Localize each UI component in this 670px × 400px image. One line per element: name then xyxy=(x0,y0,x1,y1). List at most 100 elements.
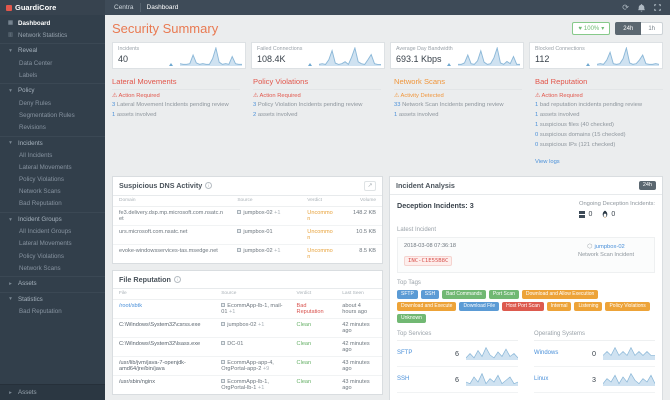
source-cell[interactable]: EcommApp-lb-1, OrgPortal-lb-1 +1 xyxy=(215,375,290,394)
os-row[interactable]: Linux 3 xyxy=(534,367,656,393)
latest-incident-card[interactable]: 2018-03-08 07:36:18 INC-C1E55B8C ⬡ jumpbo… xyxy=(397,236,655,273)
more-count[interactable]: +1 xyxy=(274,248,280,254)
sidebar-item-group-policy-violations[interactable]: Policy Violations xyxy=(0,250,105,262)
view-logs-link[interactable]: View logs xyxy=(535,159,560,165)
file-path-cell[interactable]: /root/sbtk xyxy=(113,299,216,319)
file-row[interactable]: /usr/lib/jvm/java-7-openjdk-amd64/jre/bi… xyxy=(113,356,382,376)
os-name-link[interactable]: Linux xyxy=(534,376,548,382)
sidebar-item-lateral-movements[interactable]: Lateral Movements xyxy=(0,161,105,173)
stat-count-link[interactable]: 1 xyxy=(112,112,115,118)
source-cell[interactable]: jumpbox-02 +1 xyxy=(231,244,301,263)
tag-pill[interactable]: Port Scan xyxy=(488,289,519,299)
app-logo[interactable]: GuardiCore xyxy=(0,0,105,15)
sidebar-item-network-statistics[interactable]: ▥ Network Statistics xyxy=(0,29,105,41)
category-title[interactable]: Bad Reputation xyxy=(535,77,663,90)
service-row[interactable]: SSH 6 xyxy=(397,367,519,393)
dns-row[interactable]: fe3.delivery.dsp.mp.microsoft.com.nsatc.… xyxy=(113,206,382,226)
service-row[interactable]: SFTP 6 xyxy=(397,341,519,367)
sidebar-section-assets-bottom[interactable]: ▸ Assets xyxy=(0,384,105,400)
service-name-link[interactable]: SFTP xyxy=(397,350,412,356)
sidebar-item-bad-reputation[interactable]: Bad Reputation xyxy=(0,198,105,210)
source-name[interactable]: DC-01 xyxy=(227,341,243,347)
file-path-cell[interactable]: C:\Windows\System32\lsass.exe xyxy=(113,337,216,357)
time-range-badge[interactable]: 24h xyxy=(638,180,656,190)
tag-pill[interactable]: Bad Commands xyxy=(442,289,486,299)
export-icon[interactable]: ↗ xyxy=(363,180,376,191)
sidebar-item-dashboard[interactable]: ▦ Dashboard xyxy=(0,17,105,29)
notifications-bell-icon[interactable] xyxy=(638,3,645,12)
file-row[interactable]: C:\Windows\System32\csrss.exe jumpbox-02… xyxy=(113,318,382,338)
file-row[interactable]: /usr/sbin/nginx EcommApp-lb-1, OrgPortal… xyxy=(113,375,382,394)
file-path-cell[interactable]: /usr/sbin/nginx xyxy=(113,375,215,394)
source-name[interactable]: jumpbox-02 xyxy=(243,248,272,254)
more-count[interactable]: +1 xyxy=(229,309,235,315)
source-name[interactable]: jumpbox-02 xyxy=(227,322,256,328)
sidebar-section-policy[interactable]: ▾ Policy xyxy=(0,83,105,97)
sidebar-section-reveal[interactable]: ▾ Reveal xyxy=(0,43,105,57)
more-count[interactable]: +9 xyxy=(263,366,269,372)
category-title[interactable]: Policy Violations xyxy=(253,77,381,90)
os-name-link[interactable]: Windows xyxy=(534,350,558,356)
sidebar-section-assets[interactable]: ▸ Assets xyxy=(0,276,105,290)
fullscreen-icon[interactable] xyxy=(654,4,661,11)
sidebar-item-segmentation-rules[interactable]: Segmentation Rules xyxy=(0,109,105,121)
deception-count[interactable]: 3 xyxy=(470,201,474,210)
tag-pill[interactable]: Listening xyxy=(574,301,603,311)
sidebar-section-incidents[interactable]: ▾ Incidents xyxy=(0,135,105,150)
more-count[interactable]: +1 xyxy=(274,210,280,216)
info-icon[interactable]: i xyxy=(173,275,181,283)
stat-count-link[interactable]: 3 xyxy=(112,102,115,108)
domain-cell[interactable]: fe3.delivery.dsp.mp.microsoft.com.nsatc.… xyxy=(113,206,232,226)
category-title[interactable]: Network Scans xyxy=(394,77,522,90)
category-title[interactable]: Lateral Movements xyxy=(112,77,240,90)
dns-row[interactable]: evoke-windowsservices-tas.msedge.net jum… xyxy=(113,244,382,263)
stat-count-link[interactable]: 0 xyxy=(535,142,538,148)
tag-pill[interactable]: Policy Violations xyxy=(605,301,650,311)
tag-pill[interactable]: SFTP xyxy=(397,289,418,299)
sidebar-item-network-scans[interactable]: Network Scans xyxy=(0,186,105,198)
source-cell[interactable]: jumpbox-01 xyxy=(231,225,302,245)
metric-card-failed-connections[interactable]: Failed Connections 108.4K xyxy=(251,42,385,69)
tag-pill[interactable]: Download and Execute xyxy=(397,301,457,311)
sidebar-section-incident-groups[interactable]: ▾ Incident Groups xyxy=(0,212,105,226)
domain-cell[interactable]: evoke-windowsservices-tas.msedge.net xyxy=(113,244,231,263)
tag-pill[interactable]: Download File xyxy=(459,301,500,311)
info-icon[interactable]: i xyxy=(205,182,213,190)
stat-count-link[interactable]: 1 xyxy=(535,102,538,108)
stat-count-link[interactable]: 0 xyxy=(535,132,538,138)
source-cell[interactable]: DC-01 xyxy=(215,337,291,357)
metric-card-blocked-connections[interactable]: Blocked Connections 112 xyxy=(529,42,663,69)
asset-link[interactable]: jumpbox-02 xyxy=(594,244,624,250)
source-name[interactable]: jumpbox-02 xyxy=(243,210,272,216)
sidebar-item-group-lateral-movements[interactable]: Lateral Movements xyxy=(0,238,105,250)
metric-card-bandwidth[interactable]: Average Day Bandwidth 693.1 Kbps xyxy=(390,42,524,69)
dns-row[interactable]: urs.microsoft.com.nsatc.net jumpbox-01 U… xyxy=(113,225,382,245)
metric-card-incidents[interactable]: Incidents 40 xyxy=(112,42,246,69)
tag-pill[interactable]: Download and Allow Execution xyxy=(521,289,599,299)
health-score-button[interactable]: ♥ 100% ▾ xyxy=(572,22,611,35)
breadcrumb-brand[interactable]: Centra xyxy=(114,4,134,11)
stat-count-link[interactable]: 2 xyxy=(253,112,256,118)
incident-id-link[interactable]: INC-C1E55B8C xyxy=(404,255,453,266)
file-row[interactable]: /root/sbtk EcommApp-lb-1, mail-01 +1 Bad… xyxy=(113,299,382,319)
domain-cell[interactable]: urs.microsoft.com.nsatc.net xyxy=(113,225,232,245)
tag-pill[interactable]: Unknown xyxy=(397,313,426,323)
stat-count-link[interactable]: 1 xyxy=(535,112,538,118)
range-24h-button[interactable]: 24h xyxy=(615,22,642,35)
source-name[interactable]: jumpbox-01 xyxy=(243,229,272,235)
more-count[interactable]: +1 xyxy=(258,385,264,391)
service-name-link[interactable]: SSH xyxy=(397,376,409,382)
sidebar-item-stats-bad-reputation[interactable]: Bad Reputation xyxy=(0,306,105,318)
source-cell[interactable]: EcommApp-app-4, OrgPortal-app-2 +9 xyxy=(215,356,291,376)
stat-count-link[interactable]: 1 xyxy=(535,122,538,128)
sidebar-item-revisions[interactable]: Revisions xyxy=(0,121,105,133)
stat-count-link[interactable]: 3 xyxy=(253,102,256,108)
tag-pill[interactable]: Internal xyxy=(546,301,572,311)
source-cell[interactable]: jumpbox-02 +1 xyxy=(215,318,291,338)
stat-count-link[interactable]: 1 xyxy=(394,112,397,118)
sidebar-item-all-incidents[interactable]: All Incidents xyxy=(0,149,105,161)
tag-pill[interactable]: SSH xyxy=(420,289,440,299)
file-path-cell[interactable]: C:\Windows\System32\csrss.exe xyxy=(113,318,216,338)
sidebar-item-policy-violations[interactable]: Policy Violations xyxy=(0,173,105,185)
more-count[interactable]: +1 xyxy=(258,322,264,328)
